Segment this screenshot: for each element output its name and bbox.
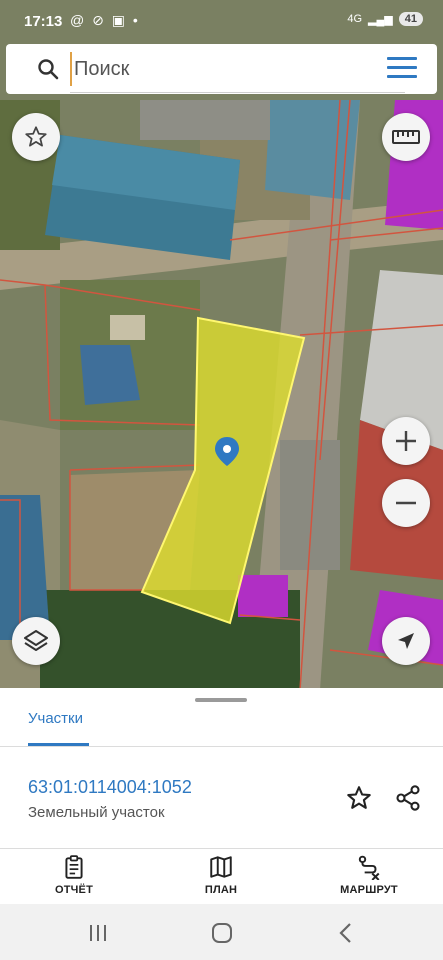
star-icon[interactable] bbox=[344, 784, 374, 812]
zoom-out-button[interactable] bbox=[382, 479, 430, 527]
notification-icons: @ ⊘ ▣ • bbox=[70, 12, 140, 28]
route-label: МАРШРУТ bbox=[340, 884, 398, 896]
status-right: 4G ▂▄▆ 41 bbox=[347, 12, 423, 26]
plan-button[interactable]: ПЛАН bbox=[166, 854, 276, 904]
parcel-panel: Участки 63:01:0114004:1052 Земельный уча… bbox=[0, 688, 443, 904]
plus-icon bbox=[396, 431, 416, 451]
report-icon bbox=[65, 855, 83, 879]
recent-apps-icon[interactable] bbox=[78, 922, 118, 944]
tab-parcels[interactable]: Участки bbox=[28, 710, 83, 727]
status-bar: 17:13 @ ⊘ ▣ • 4G ▂▄▆ 41 bbox=[0, 0, 443, 44]
layers-button[interactable] bbox=[12, 617, 60, 665]
back-icon[interactable] bbox=[326, 922, 366, 944]
search-input[interactable] bbox=[70, 52, 390, 86]
ruler-icon bbox=[392, 130, 420, 144]
drag-handle[interactable] bbox=[195, 698, 247, 702]
parcel-type: Земельный участок bbox=[28, 804, 165, 821]
route-icon bbox=[358, 855, 380, 880]
satellite-map[interactable] bbox=[0, 0, 443, 688]
hamburger-menu-icon[interactable] bbox=[387, 57, 417, 81]
star-icon bbox=[25, 126, 47, 147]
ruler-button[interactable] bbox=[382, 113, 430, 161]
plan-label: ПЛАН bbox=[204, 884, 238, 896]
report-button[interactable]: ОТЧЁТ bbox=[19, 854, 129, 904]
signal-icon: 4G bbox=[347, 13, 363, 25]
minus-icon bbox=[396, 501, 416, 505]
my-location-button[interactable] bbox=[382, 617, 430, 665]
favorite-map-button[interactable] bbox=[12, 113, 60, 161]
search-underline bbox=[70, 92, 405, 93]
home-icon[interactable] bbox=[202, 922, 242, 944]
route-button[interactable]: МАРШРУТ bbox=[314, 854, 424, 904]
map-plan-icon bbox=[210, 856, 232, 878]
map-imagery bbox=[0, 0, 443, 688]
search-bar bbox=[6, 44, 437, 94]
zoom-in-button[interactable] bbox=[382, 417, 430, 465]
divider bbox=[0, 746, 443, 747]
search-icon[interactable] bbox=[36, 57, 60, 81]
share-icon[interactable] bbox=[394, 784, 422, 812]
parcel-cadastral-number[interactable]: 63:01:0114004:1052 bbox=[28, 777, 192, 798]
divider bbox=[0, 848, 443, 849]
report-label: ОТЧЁТ bbox=[54, 884, 94, 896]
layers-icon bbox=[24, 630, 48, 651]
status-time: 17:13 bbox=[24, 13, 63, 30]
signal-bars-icon: ▂▄▆ bbox=[368, 13, 393, 26]
navigation-arrow-icon bbox=[398, 633, 414, 649]
system-navigation-bar bbox=[0, 904, 443, 960]
battery-icon: 41 bbox=[398, 12, 423, 26]
